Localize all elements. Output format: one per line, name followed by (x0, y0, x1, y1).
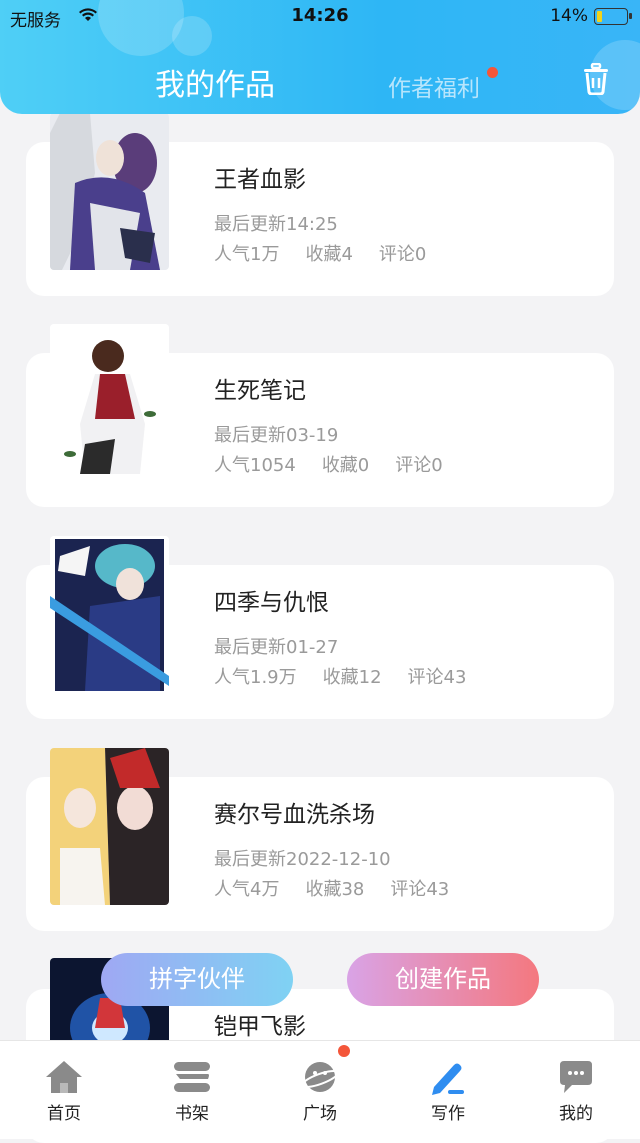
work-comments: 评论43 (407, 667, 467, 688)
work-comments: 评论43 (390, 879, 450, 900)
notification-dot (487, 67, 498, 78)
work-cover-image[interactable] (50, 748, 169, 905)
nav-label: 书架 (175, 1104, 209, 1124)
tab-my-works[interactable]: 我的作品 (155, 60, 275, 104)
work-cover-image[interactable] (50, 324, 169, 481)
planet-icon (301, 1062, 339, 1092)
status-bar: 无服务 14:26 14% (0, 0, 640, 34)
work-popularity: 人气1.9万 (214, 667, 297, 688)
work-comments: 评论0 (378, 244, 427, 265)
nav-item-home[interactable]: 首页 (0, 1041, 128, 1139)
word-partner-button[interactable]: 拼字伙伴 (101, 953, 293, 1006)
works-list: 王者血影 最后更新14:25 人气1万 收藏4 评论0 生死笔记 最后更新03-19… (0, 0, 640, 1143)
tab-author-benefits[interactable]: 作者福利 (388, 69, 480, 103)
app-header: 无服务 14:26 14% 我的作品 作者福利 (0, 0, 640, 114)
notification-dot (338, 1045, 350, 1057)
create-work-button[interactable]: 创建作品 (347, 953, 539, 1006)
battery-icon (594, 8, 632, 25)
work-last-updated: 最后更新2022-12-10 (214, 849, 391, 870)
bookshelf-icon (174, 1062, 210, 1092)
work-title: 赛尔号血洗杀场 (214, 802, 375, 828)
work-last-updated: 最后更新01-27 (214, 637, 339, 658)
pen-icon (432, 1063, 464, 1095)
work-last-updated: 最后更新03-19 (214, 425, 339, 446)
work-stats: 人气4万 收藏38 评论43 (214, 875, 475, 901)
work-popularity: 人气1054 (214, 455, 296, 476)
clock: 14:26 (291, 5, 349, 26)
work-favorites: 收藏0 (321, 455, 370, 476)
nav-label: 首页 (47, 1104, 81, 1124)
nav-item-write[interactable]: 写作 (384, 1041, 512, 1139)
battery-percent: 14% (550, 6, 588, 26)
nav-item-bookshelf[interactable]: 书架 (128, 1041, 256, 1139)
work-popularity: 人气1万 (214, 244, 280, 265)
nav-label: 写作 (431, 1104, 465, 1124)
work-last-updated: 最后更新14:25 (214, 214, 338, 235)
nav-item-mine[interactable]: 我的 (512, 1041, 640, 1139)
work-cover-image[interactable] (50, 536, 169, 693)
work-cover-image[interactable] (50, 113, 169, 270)
work-favorites: 收藏38 (305, 879, 365, 900)
work-title: 四季与仇恨 (214, 590, 329, 616)
work-stats: 人气1.9万 收藏12 评论43 (214, 663, 492, 689)
nav-label: 我的 (559, 1104, 593, 1124)
work-title: 生死笔记 (214, 378, 306, 404)
work-stats: 人气1054 收藏0 评论0 (214, 451, 469, 477)
bottom-nav: 首页 书架 广场 写作 我的 (0, 1040, 640, 1139)
work-title: 王者血影 (214, 167, 306, 193)
nav-label: 广场 (303, 1104, 337, 1124)
work-stats: 人气1万 收藏4 评论0 (214, 240, 452, 266)
work-popularity: 人气4万 (214, 879, 280, 900)
work-favorites: 收藏4 (305, 244, 353, 265)
nav-item-plaza[interactable]: 广场 (256, 1041, 384, 1139)
work-title: 铠甲飞影 (214, 1014, 306, 1040)
chat-bubble-icon (560, 1061, 592, 1093)
home-icon (46, 1061, 82, 1093)
work-favorites: 收藏12 (322, 667, 382, 688)
trash-icon[interactable] (582, 63, 610, 95)
work-comments: 评论0 (395, 455, 443, 476)
